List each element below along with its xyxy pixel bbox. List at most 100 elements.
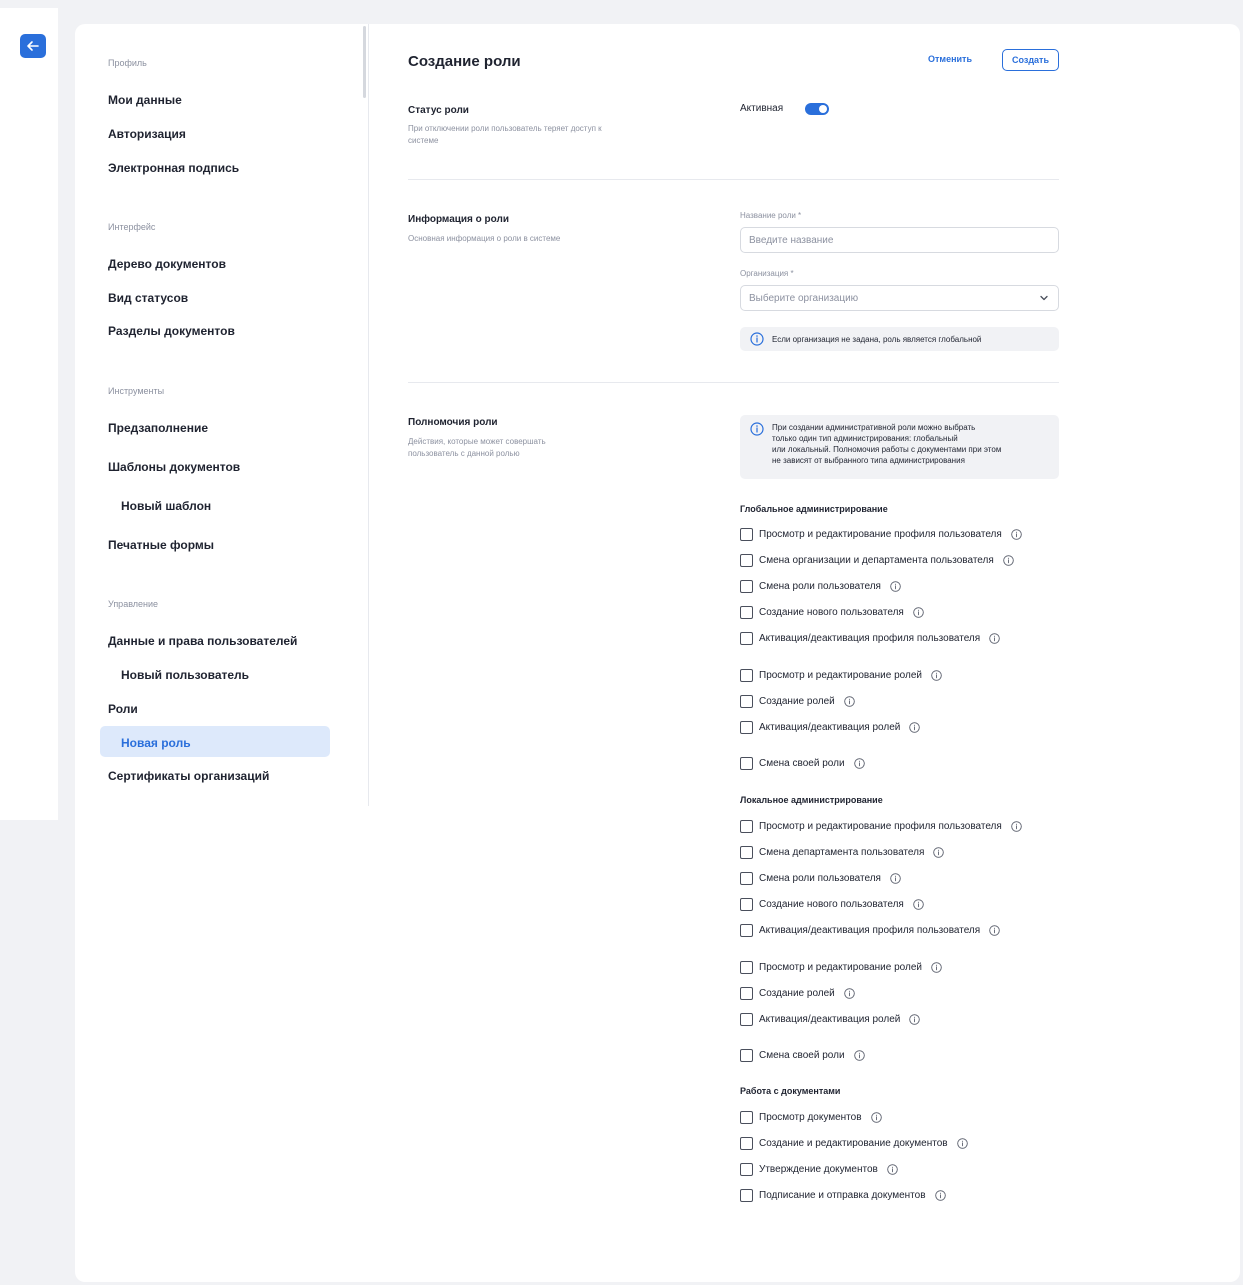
sidebar-item-doc-sections[interactable]: Разделы документов — [108, 324, 235, 338]
permission-label: Смена своей роли — [759, 1050, 845, 1061]
sidebar-item-e-signature[interactable]: Электронная подпись — [108, 161, 239, 175]
permission-row[interactable]: Утверждение документов — [740, 1163, 898, 1176]
permission-row[interactable]: Активация/деактивация ролей — [740, 1013, 921, 1026]
permission-checkbox[interactable] — [740, 1137, 753, 1150]
permission-checkbox[interactable] — [740, 554, 753, 567]
organization-info-text: Если организация не задана, роль являетс… — [772, 335, 982, 344]
permission-row[interactable]: Смена роли пользователя — [740, 580, 901, 593]
permission-row[interactable]: Просмотр и редактирование ролей — [740, 961, 942, 974]
info-icon[interactable] — [933, 847, 945, 858]
permission-checkbox[interactable] — [740, 1163, 753, 1176]
info-icon[interactable] — [934, 1190, 946, 1201]
info-icon[interactable] — [1011, 821, 1022, 832]
permission-row[interactable]: Создание нового пользователя — [740, 898, 924, 911]
permission-checkbox[interactable] — [740, 669, 753, 682]
info-icon[interactable] — [931, 670, 942, 681]
info-icon[interactable] — [989, 633, 1000, 644]
permission-row[interactable]: Создание и редактирование документов — [740, 1137, 968, 1150]
permission-checkbox[interactable] — [740, 580, 753, 593]
permission-checkbox[interactable] — [740, 924, 753, 937]
info-icon[interactable] — [989, 925, 1000, 936]
info-icon[interactable] — [844, 988, 855, 999]
permission-row[interactable]: Создание ролей — [740, 695, 855, 708]
info-icon[interactable] — [913, 899, 924, 910]
permission-checkbox[interactable] — [740, 721, 753, 734]
role-name-input[interactable] — [740, 227, 1059, 253]
permission-checkbox[interactable] — [740, 695, 753, 708]
create-button[interactable]: Создать — [1002, 49, 1059, 71]
info-icon[interactable] — [844, 696, 855, 707]
page-title: Создание роли — [408, 53, 521, 70]
info-icon[interactable] — [853, 758, 865, 769]
info-icon[interactable] — [931, 962, 942, 973]
info-icon[interactable] — [887, 1164, 898, 1175]
permission-checkbox[interactable] — [740, 632, 753, 645]
permission-row[interactable]: Смена роли пользователя — [740, 872, 901, 885]
permission-checkbox[interactable] — [740, 1189, 753, 1202]
permission-row[interactable]: Создание ролей — [740, 987, 855, 1000]
permission-row[interactable]: Активация/деактивация профиля пользовате… — [740, 632, 1000, 645]
status-section-description: При отключении роли пользователь теряет … — [408, 124, 602, 145]
permission-label: Просмотр и редактирование ролей — [759, 670, 922, 681]
permission-checkbox[interactable] — [740, 528, 753, 541]
permission-row[interactable]: Просмотр и редактирование профиля пользо… — [740, 528, 1022, 541]
permission-row[interactable]: Смена организации и департамента пользов… — [740, 554, 1014, 567]
sidebar-item-new-user[interactable]: Новый пользователь — [121, 668, 249, 682]
info-icon[interactable] — [909, 1014, 921, 1025]
permission-checkbox[interactable] — [740, 606, 753, 619]
permission-checkbox[interactable] — [740, 987, 753, 1000]
permission-checkbox[interactable] — [740, 872, 753, 885]
toggle-knob — [819, 105, 827, 113]
info-icon[interactable] — [909, 722, 921, 733]
sidebar-item-new-template[interactable]: Новый шаблон — [121, 499, 211, 513]
permission-checkbox[interactable] — [740, 1049, 753, 1062]
permission-row[interactable]: Смена своей роли — [740, 757, 865, 770]
sidebar-item-authorization[interactable]: Авторизация — [108, 127, 186, 141]
info-icon[interactable] — [1003, 555, 1014, 566]
info-icon[interactable] — [890, 581, 901, 592]
back-button[interactable] — [20, 34, 46, 58]
info-icon[interactable] — [956, 1138, 968, 1149]
permission-row[interactable]: Просмотр и редактирование профиля пользо… — [740, 820, 1022, 833]
permission-label: Утверждение документов — [759, 1164, 878, 1175]
permission-row[interactable]: Активация/деактивация профиля пользовате… — [740, 924, 1000, 937]
sidebar-item-user-rights[interactable]: Данные и права пользователей — [108, 634, 297, 648]
permission-label: Создание ролей — [759, 988, 835, 999]
sidebar-item-roles[interactable]: Роли — [108, 702, 138, 716]
sidebar-item-doc-tree[interactable]: Дерево документов — [108, 257, 226, 271]
status-toggle[interactable] — [805, 103, 829, 115]
permission-checkbox[interactable] — [740, 820, 753, 833]
sidebar-item-doc-templates[interactable]: Шаблоны документов — [108, 460, 240, 474]
info-icon[interactable] — [1011, 529, 1022, 540]
group-title-tools: Инструменты — [108, 386, 165, 396]
sidebar-item-prefill[interactable]: Предзаполнение — [108, 421, 208, 435]
sidebar-item-my-data[interactable]: Мои данные — [108, 93, 182, 107]
organization-select[interactable]: Выберите организацию — [740, 285, 1059, 311]
permission-row[interactable]: Активация/деактивация ролей — [740, 721, 921, 734]
permission-checkbox[interactable] — [740, 757, 753, 770]
permission-row[interactable]: Смена департамента пользователя — [740, 846, 945, 859]
permission-row[interactable]: Смена своей роли — [740, 1049, 865, 1062]
info-icon[interactable] — [890, 873, 901, 884]
permission-row[interactable]: Просмотр и редактирование ролей — [740, 669, 942, 682]
cancel-button[interactable]: Отменить — [928, 54, 972, 64]
permission-row[interactable]: Создание нового пользователя — [740, 606, 924, 619]
permission-label: Создание и редактирование документов — [759, 1138, 948, 1149]
permission-checkbox[interactable] — [740, 846, 753, 859]
sidebar-scrollbar[interactable] — [363, 26, 366, 98]
info-icon[interactable] — [913, 607, 924, 618]
sidebar-item-org-certificates[interactable]: Сертификаты организаций — [108, 769, 269, 783]
permission-checkbox[interactable] — [740, 1013, 753, 1026]
permission-checkbox[interactable] — [740, 1111, 753, 1124]
info-section-description: Основная информация о роли в системе — [408, 234, 561, 243]
info-icon[interactable] — [853, 1050, 865, 1061]
sidebar-item-print-forms[interactable]: Печатные формы — [108, 538, 214, 552]
permission-row[interactable]: Подписание и отправка документов — [740, 1189, 946, 1202]
local-admin-heading: Локальное администрирование — [740, 795, 883, 805]
permission-checkbox[interactable] — [740, 898, 753, 911]
sidebar-item-new-role[interactable]: Новая роль — [121, 736, 191, 750]
sidebar-item-status-view[interactable]: Вид статусов — [108, 291, 188, 305]
info-icon[interactable] — [870, 1112, 882, 1123]
permission-row[interactable]: Просмотр документов — [740, 1111, 882, 1124]
permission-checkbox[interactable] — [740, 961, 753, 974]
